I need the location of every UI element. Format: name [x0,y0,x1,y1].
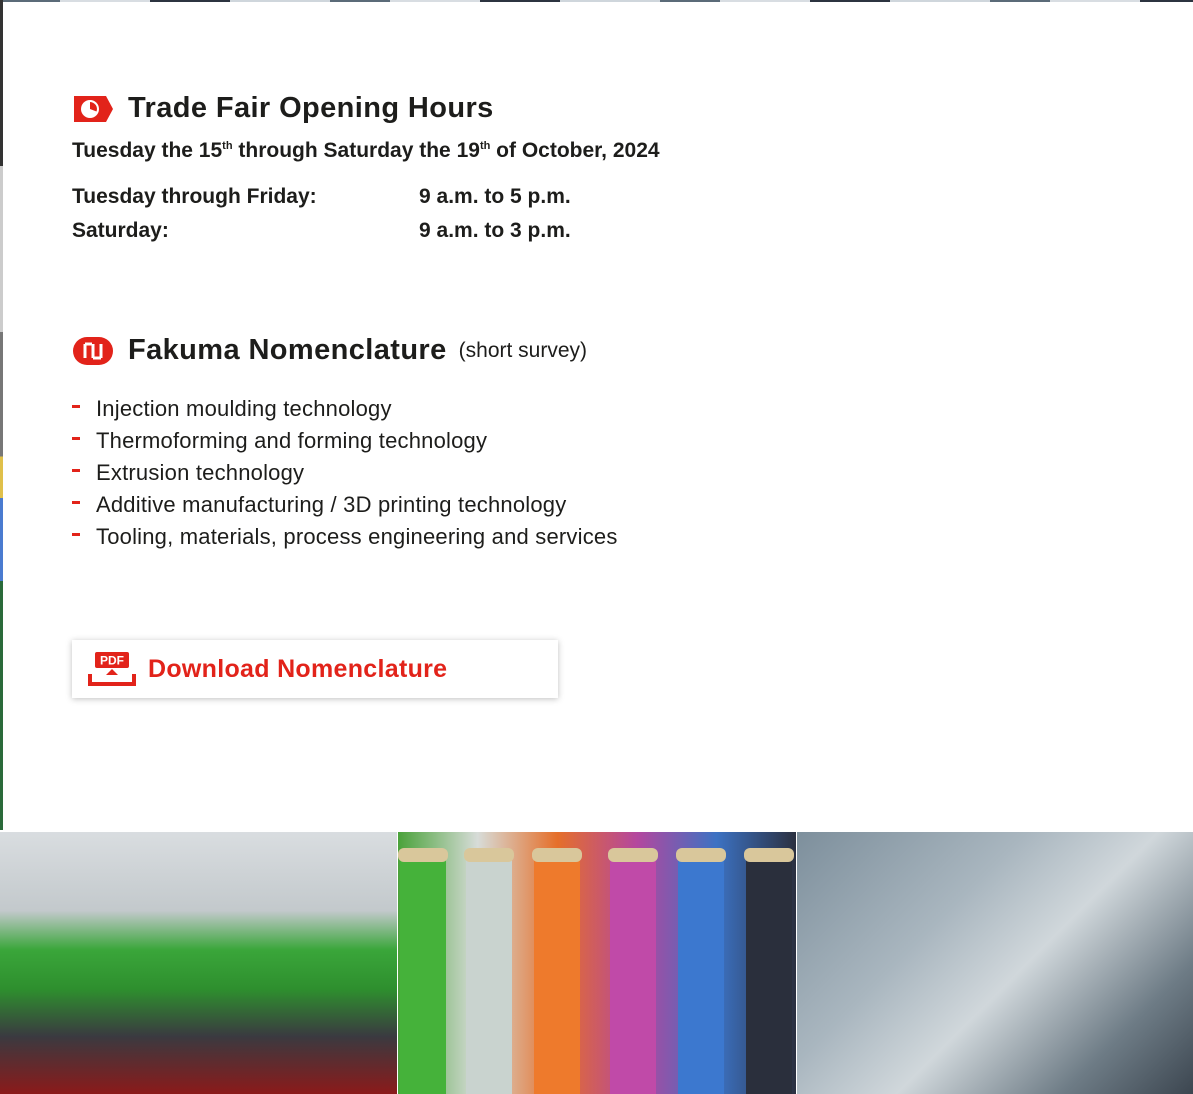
clock-icon [74,95,113,122]
list-item: Tooling, materials, process engineering … [72,521,618,553]
tube-black [744,848,794,1094]
dash-icon [72,500,80,504]
nomenclature-subtitle: (short survey) [458,338,588,362]
tube-magenta [608,848,658,1094]
nomenclature-heading: Fakuma Nomenclature (short survey) [72,334,587,367]
hours-day-label: Tuesday through Friday: [72,185,317,208]
fakuma-logo-icon [73,336,113,365]
fair-dates: Tuesday the 15th through Saturday the 19… [72,139,660,162]
trade-fair-crowd-photo [0,832,397,1094]
opening-hours-title: Trade Fair Opening Hours [128,92,494,124]
photo-strip [0,832,1193,1094]
hours-time: 9 a.m. to 3 p.m. [419,219,571,242]
hours-row-saturday: Saturday: 9 a.m. to 3 p.m. [72,214,571,248]
tube-green [398,848,448,1094]
tube-blue [676,848,726,1094]
tube-orange [532,848,582,1094]
pdf-download-icon: PDF [88,652,136,686]
machine-tooling-photo [797,832,1193,1094]
download-nomenclature-button[interactable]: PDF Download Nomenclature [72,640,558,698]
hours-time: 9 a.m. to 5 p.m. [419,185,571,208]
list-item: Extrusion technology [72,457,618,489]
dash-icon [72,436,80,440]
list-item: Thermoforming and forming technology [72,425,618,457]
opening-hours-heading: Trade Fair Opening Hours [72,92,494,125]
hours-row-weekdays: Tuesday through Friday: 9 a.m. to 5 p.m. [72,180,571,214]
hours-day-label: Saturday: [72,219,169,242]
top-photo-edge [0,0,1193,2]
hours-table: Tuesday through Friday: 9 a.m. to 5 p.m.… [72,180,571,248]
nomenclature-title: Fakuma Nomenclature [128,334,447,366]
download-label: Download Nomenclature [148,654,448,683]
svg-text:PDF: PDF [100,654,124,668]
dash-icon [72,404,80,408]
dash-icon [72,468,80,472]
tube-white [464,848,514,1094]
list-item: Additive manufacturing / 3D printing tec… [72,489,618,521]
left-photo-edge [0,0,3,830]
list-item: Injection moulding technology [72,393,618,425]
dash-icon [72,532,80,536]
nomenclature-list: Injection moulding technology Thermoform… [72,393,618,553]
plastic-granules-tubes-photo [398,832,796,1094]
